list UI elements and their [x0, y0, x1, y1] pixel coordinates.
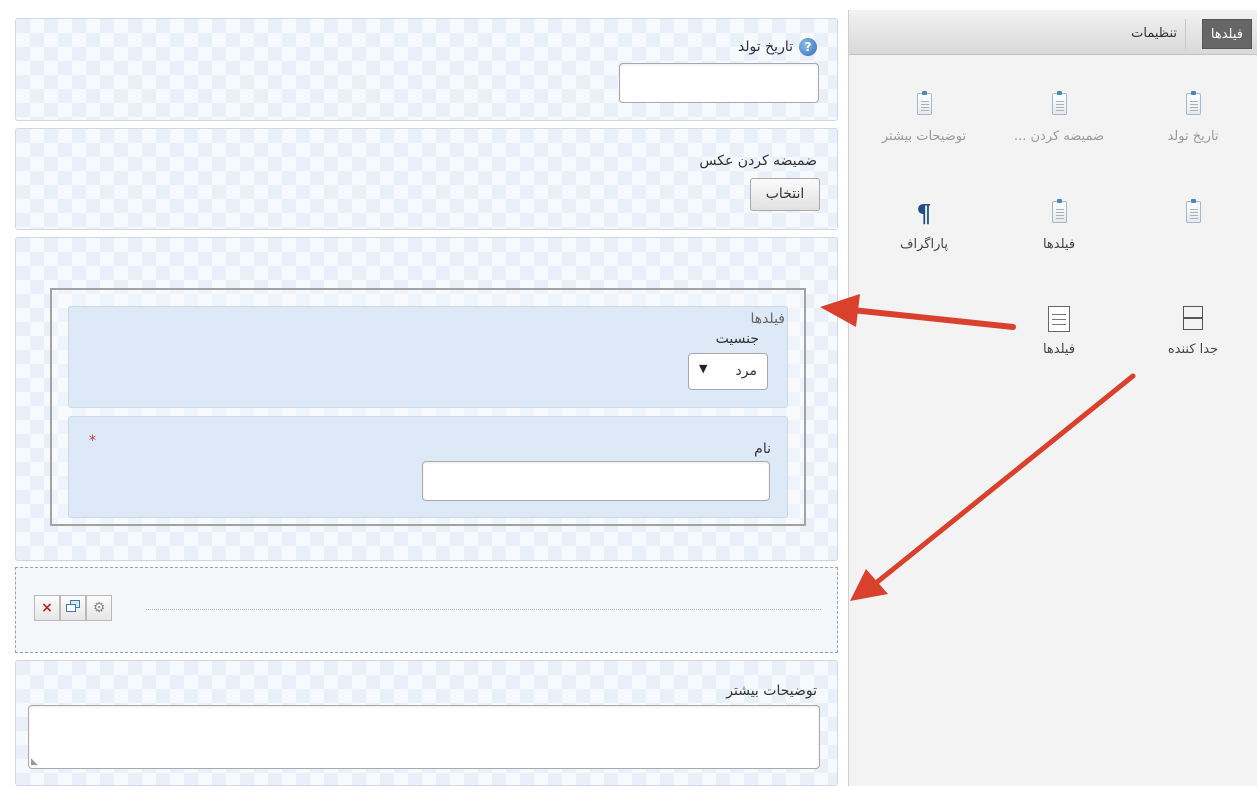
chevron-down-icon: ▼ [699, 362, 708, 375]
name-label: نام [754, 441, 771, 457]
document-icon [1048, 306, 1070, 332]
help-icon[interactable]: ? [799, 38, 817, 56]
choose-button[interactable]: انتخاب [750, 178, 820, 211]
clipboard-icon [916, 91, 932, 115]
name-input[interactable] [422, 461, 770, 501]
gender-select-value: مرد [735, 363, 757, 379]
clipboard-icon [1051, 199, 1067, 223]
settings-button[interactable]: ⚙ [86, 595, 112, 621]
gender-select[interactable]: مرد ▼ [688, 353, 768, 390]
tool-field[interactable] [1128, 199, 1257, 237]
tab-settings[interactable]: تنظیمات [1123, 19, 1186, 49]
duplicate-button[interactable] [60, 595, 86, 621]
tool-notes-label: توضیحات بیشتر [881, 129, 967, 144]
paragraph-icon: ¶ [916, 199, 932, 228]
photo-field-panel[interactable]: ضمیضه کردن عکس انتخاب [15, 128, 838, 230]
notes-textarea[interactable]: ◣ [28, 705, 820, 769]
tool-attach[interactable]: ضمیضه کردن ... [994, 91, 1124, 144]
tool-birthdate-label: تاریخ تولد [1167, 129, 1219, 144]
toolbox-sidebar: فیلدها تنظیمات تاریخ تولد ضمیضه کردن ...… [848, 10, 1257, 786]
tool-group-label: فیلدها [1042, 342, 1076, 357]
name-field-panel[interactable]: * نام [68, 416, 788, 518]
gear-icon: ⚙ [92, 600, 106, 616]
duplicate-icon [66, 600, 80, 612]
clipboard-icon [1185, 199, 1201, 223]
tab-bar: فیلدها تنظیمات [849, 10, 1257, 55]
photo-label: ضمیضه کردن عکس [699, 153, 817, 169]
separator-line [146, 609, 821, 610]
tool-attach-label: ضمیضه کردن ... [1013, 129, 1105, 144]
birthdate-input[interactable] [619, 63, 819, 103]
separator-field-panel[interactable]: × ⚙ [15, 567, 838, 653]
tab-fields[interactable]: فیلدها [1201, 19, 1252, 49]
birthdate-field-panel[interactable]: تاریخ تولد ? [15, 18, 838, 121]
delete-button[interactable]: × [34, 595, 60, 621]
tool-paragraph[interactable]: ¶ پاراگراف [859, 199, 989, 253]
tool-fields[interactable]: فیلدها [994, 199, 1124, 252]
group-field-panel[interactable]: فیلدها جنسیت مرد ▼ * نام [15, 237, 838, 561]
group-container: فیلدها جنسیت مرد ▼ * نام [50, 288, 806, 526]
tool-fields-label: فیلدها [1042, 237, 1076, 252]
group-title: فیلدها [750, 311, 785, 327]
separator-icon [1183, 306, 1203, 330]
tool-group[interactable]: فیلدها [994, 306, 1124, 357]
tool-paragraph-label: پاراگراف [900, 237, 948, 252]
required-asterisk: * [89, 433, 96, 449]
notes-label: توضیحات بیشتر [726, 683, 817, 699]
birthdate-label: تاریخ تولد [737, 39, 793, 55]
tool-separator-label: جدا کننده [1167, 342, 1219, 357]
notes-field-panel[interactable]: توضیحات بیشتر ◣ [15, 660, 838, 786]
tool-notes[interactable]: توضیحات بیشتر [859, 91, 989, 144]
resize-handle-icon[interactable]: ◣ [31, 757, 38, 767]
tool-separator[interactable]: جدا کننده [1128, 306, 1257, 357]
gender-field-panel[interactable]: فیلدها جنسیت مرد ▼ [68, 306, 788, 408]
clipboard-icon [1185, 91, 1201, 115]
tool-birthdate[interactable]: تاریخ تولد [1128, 91, 1257, 144]
clipboard-icon [1051, 91, 1067, 115]
gender-label: جنسیت [715, 331, 759, 347]
